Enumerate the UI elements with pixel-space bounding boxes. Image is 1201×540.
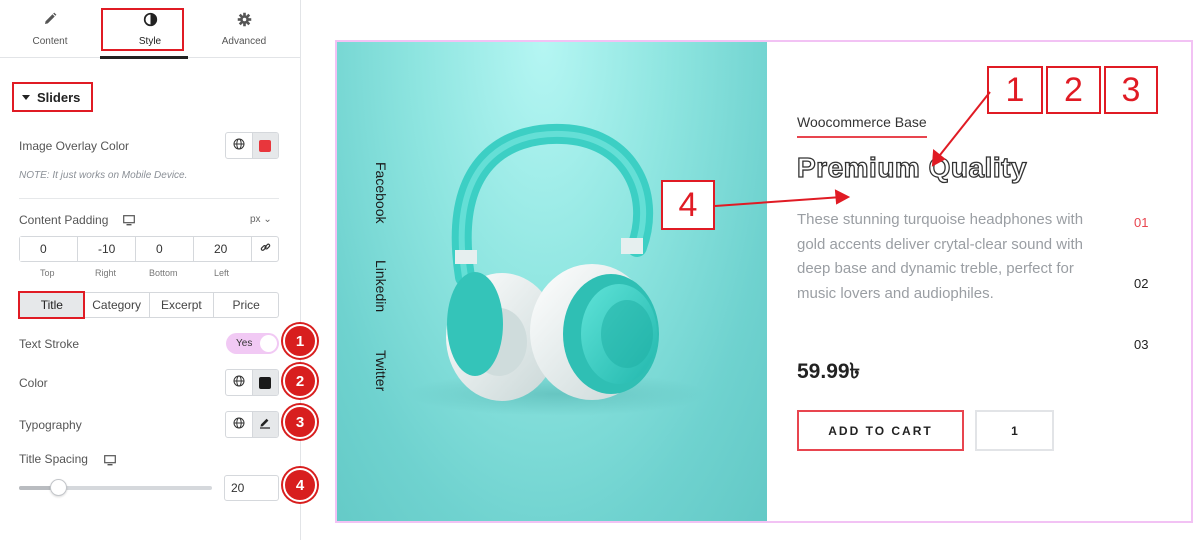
annotation-arrows [714, 91, 991, 207]
